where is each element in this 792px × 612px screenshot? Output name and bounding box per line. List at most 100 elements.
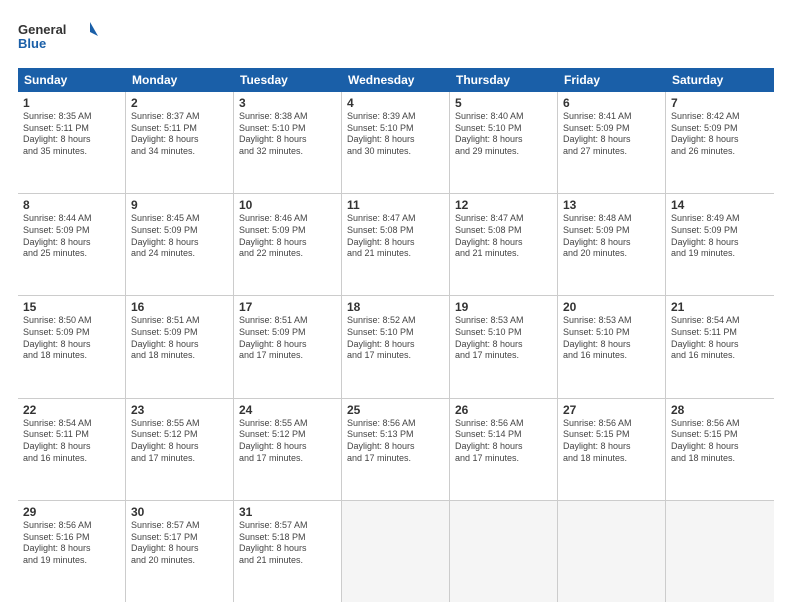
daylight: Daylight: 8 hours [563, 237, 660, 249]
day-number: 19 [455, 300, 552, 314]
daylight2: and 32 minutes. [239, 146, 336, 158]
sunrise: Sunrise: 8:55 AM [131, 418, 228, 430]
sunset: Sunset: 5:15 PM [563, 429, 660, 441]
calendar-cell: 8 Sunrise: 8:44 AM Sunset: 5:09 PM Dayli… [18, 194, 126, 295]
daylight: Daylight: 8 hours [131, 543, 228, 555]
sunrise: Sunrise: 8:52 AM [347, 315, 444, 327]
calendar-cell [558, 501, 666, 602]
daylight: Daylight: 8 hours [671, 134, 769, 146]
sunrise: Sunrise: 8:37 AM [131, 111, 228, 123]
sunrise: Sunrise: 8:57 AM [239, 520, 336, 532]
daylight: Daylight: 8 hours [131, 441, 228, 453]
daylight: Daylight: 8 hours [671, 339, 769, 351]
daylight: Daylight: 8 hours [239, 543, 336, 555]
day-number: 22 [23, 403, 120, 417]
calendar-cell: 20 Sunrise: 8:53 AM Sunset: 5:10 PM Dayl… [558, 296, 666, 397]
daylight2: and 18 minutes. [671, 453, 769, 465]
svg-text:Blue: Blue [18, 36, 46, 51]
sunset: Sunset: 5:11 PM [23, 123, 120, 135]
day-number: 1 [23, 96, 120, 110]
daylight2: and 21 minutes. [455, 248, 552, 260]
sunset: Sunset: 5:09 PM [23, 327, 120, 339]
sunset: Sunset: 5:10 PM [455, 123, 552, 135]
daylight2: and 16 minutes. [23, 453, 120, 465]
sunrise: Sunrise: 8:42 AM [671, 111, 769, 123]
daylight: Daylight: 8 hours [239, 134, 336, 146]
week-row-4: 22 Sunrise: 8:54 AM Sunset: 5:11 PM Dayl… [18, 399, 774, 501]
calendar-cell: 17 Sunrise: 8:51 AM Sunset: 5:09 PM Dayl… [234, 296, 342, 397]
day-number: 25 [347, 403, 444, 417]
sunset: Sunset: 5:11 PM [671, 327, 769, 339]
week-row-2: 8 Sunrise: 8:44 AM Sunset: 5:09 PM Dayli… [18, 194, 774, 296]
daylight2: and 16 minutes. [563, 350, 660, 362]
sunset: Sunset: 5:09 PM [239, 225, 336, 237]
sunrise: Sunrise: 8:50 AM [23, 315, 120, 327]
sunrise: Sunrise: 8:48 AM [563, 213, 660, 225]
daylight2: and 20 minutes. [131, 555, 228, 567]
daylight: Daylight: 8 hours [563, 441, 660, 453]
calendar-cell: 13 Sunrise: 8:48 AM Sunset: 5:09 PM Dayl… [558, 194, 666, 295]
day-number: 11 [347, 198, 444, 212]
daylight2: and 17 minutes. [131, 453, 228, 465]
daylight2: and 18 minutes. [563, 453, 660, 465]
daylight2: and 22 minutes. [239, 248, 336, 260]
daylight2: and 26 minutes. [671, 146, 769, 158]
daylight: Daylight: 8 hours [671, 441, 769, 453]
daylight2: and 20 minutes. [563, 248, 660, 260]
daylight2: and 17 minutes. [239, 453, 336, 465]
sunset: Sunset: 5:08 PM [347, 225, 444, 237]
daylight: Daylight: 8 hours [347, 237, 444, 249]
sunset: Sunset: 5:12 PM [239, 429, 336, 441]
daylight2: and 19 minutes. [671, 248, 769, 260]
calendar-cell: 6 Sunrise: 8:41 AM Sunset: 5:09 PM Dayli… [558, 92, 666, 193]
logo: General Blue [18, 18, 98, 58]
sunrise: Sunrise: 8:56 AM [455, 418, 552, 430]
sunset: Sunset: 5:18 PM [239, 532, 336, 544]
sunrise: Sunrise: 8:47 AM [455, 213, 552, 225]
daylight: Daylight: 8 hours [239, 441, 336, 453]
sunset: Sunset: 5:10 PM [347, 327, 444, 339]
calendar-cell: 15 Sunrise: 8:50 AM Sunset: 5:09 PM Dayl… [18, 296, 126, 397]
sunrise: Sunrise: 8:40 AM [455, 111, 552, 123]
day-number: 8 [23, 198, 120, 212]
day-number: 2 [131, 96, 228, 110]
daylight2: and 17 minutes. [347, 453, 444, 465]
sunrise: Sunrise: 8:56 AM [347, 418, 444, 430]
sunset: Sunset: 5:09 PM [131, 225, 228, 237]
daylight: Daylight: 8 hours [563, 134, 660, 146]
day-number: 6 [563, 96, 660, 110]
calendar-cell: 19 Sunrise: 8:53 AM Sunset: 5:10 PM Dayl… [450, 296, 558, 397]
day-number: 3 [239, 96, 336, 110]
daylight: Daylight: 8 hours [455, 339, 552, 351]
sunset: Sunset: 5:10 PM [563, 327, 660, 339]
daylight: Daylight: 8 hours [23, 441, 120, 453]
sunset: Sunset: 5:17 PM [131, 532, 228, 544]
sunset: Sunset: 5:10 PM [239, 123, 336, 135]
calendar-cell: 23 Sunrise: 8:55 AM Sunset: 5:12 PM Dayl… [126, 399, 234, 500]
calendar-cell: 21 Sunrise: 8:54 AM Sunset: 5:11 PM Dayl… [666, 296, 774, 397]
daylight: Daylight: 8 hours [455, 441, 552, 453]
daylight2: and 17 minutes. [347, 350, 444, 362]
calendar-body: 1 Sunrise: 8:35 AM Sunset: 5:11 PM Dayli… [18, 92, 774, 602]
sunrise: Sunrise: 8:51 AM [239, 315, 336, 327]
daylight2: and 18 minutes. [23, 350, 120, 362]
daylight2: and 17 minutes. [455, 453, 552, 465]
calendar-cell: 5 Sunrise: 8:40 AM Sunset: 5:10 PM Dayli… [450, 92, 558, 193]
calendar-cell [666, 501, 774, 602]
sunrise: Sunrise: 8:56 AM [671, 418, 769, 430]
calendar-cell: 24 Sunrise: 8:55 AM Sunset: 5:12 PM Dayl… [234, 399, 342, 500]
daylight: Daylight: 8 hours [131, 134, 228, 146]
sunrise: Sunrise: 8:35 AM [23, 111, 120, 123]
daylight: Daylight: 8 hours [455, 237, 552, 249]
calendar-cell: 31 Sunrise: 8:57 AM Sunset: 5:18 PM Dayl… [234, 501, 342, 602]
daylight2: and 17 minutes. [455, 350, 552, 362]
calendar-cell: 1 Sunrise: 8:35 AM Sunset: 5:11 PM Dayli… [18, 92, 126, 193]
sunrise: Sunrise: 8:47 AM [347, 213, 444, 225]
sunrise: Sunrise: 8:38 AM [239, 111, 336, 123]
day-number: 4 [347, 96, 444, 110]
sunset: Sunset: 5:13 PM [347, 429, 444, 441]
week-row-5: 29 Sunrise: 8:56 AM Sunset: 5:16 PM Dayl… [18, 501, 774, 602]
daylight2: and 21 minutes. [347, 248, 444, 260]
sunset: Sunset: 5:16 PM [23, 532, 120, 544]
daylight: Daylight: 8 hours [131, 237, 228, 249]
